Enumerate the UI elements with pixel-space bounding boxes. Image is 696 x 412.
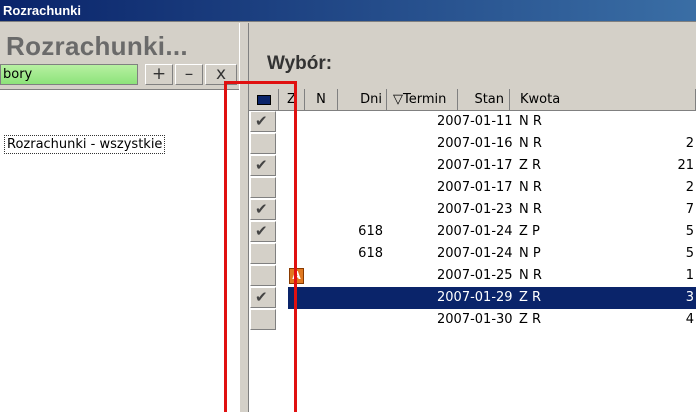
cell-stan: N R (519, 136, 542, 151)
row-checkbox[interactable]: ✔ (250, 287, 276, 308)
row-checkbox[interactable] (250, 309, 276, 330)
cell-stan: N R (519, 114, 542, 129)
cell-kwota: 3 (685, 290, 694, 305)
column-header-termin[interactable]: ▽Termin (387, 89, 458, 111)
checkmark-icon: ✔ (255, 200, 268, 218)
cell-dni (338, 199, 383, 221)
table-row[interactable]: ✔ 2007-01-11 N R (249, 111, 696, 133)
cell-dni (338, 287, 383, 309)
cell-stan: N R (519, 268, 542, 283)
table-row[interactable]: 2007-01-17 N R 2 (249, 177, 696, 199)
row-checkbox[interactable]: ✔ (250, 155, 276, 176)
cell-kwota: 4 (685, 312, 694, 327)
row-checkbox[interactable]: ✔ (250, 199, 276, 220)
table-row[interactable]: 2007-01-30 Z R 4 (249, 309, 696, 331)
row-checkbox[interactable] (250, 265, 276, 286)
column-header-kwota[interactable]: Kwota (510, 89, 696, 111)
cell-termin: 2007-01-17 (437, 158, 513, 173)
cell-stan: Z R (519, 158, 542, 173)
table-row[interactable]: 618 2007-01-24 N P 5 (249, 243, 696, 265)
cell-kwota: 5 (685, 246, 694, 261)
left-panel-title: Rozrachunki... (6, 31, 188, 61)
cell-dni: 618 (358, 246, 383, 261)
row-checkbox[interactable]: ✔ (250, 221, 276, 242)
panel-splitter[interactable] (239, 23, 249, 412)
checkmark-icon: ✔ (255, 222, 268, 240)
cell-stan: Z R (519, 312, 542, 327)
cell-dni (338, 177, 383, 199)
cell-dni (338, 111, 383, 133)
cell-termin: 2007-01-17 (437, 180, 513, 195)
cell-termin: 2007-01-29 (437, 290, 513, 305)
add-filter-button[interactable]: + (145, 64, 173, 85)
cell-termin: 2007-01-24 (437, 246, 513, 261)
cell-stan: N P (519, 246, 541, 261)
table-row[interactable]: AA2007-01-25N R1 (249, 265, 696, 287)
cell-kwota: 2 (685, 136, 694, 151)
cell-kwota (549, 111, 694, 133)
cell-termin: 2007-01-25 (437, 268, 513, 283)
select-all-icon (257, 95, 271, 105)
row-checkbox[interactable] (250, 177, 276, 198)
cell-kwota: 2 (685, 180, 694, 195)
cell-kwota: 1 (685, 268, 694, 283)
table-row[interactable]: ✔ 618 2007-01-24 Z P 5 (249, 221, 696, 243)
table-row[interactable]: ✔ 2007-01-29 Z R 3 (249, 287, 696, 309)
close-filter-button[interactable]: x (205, 64, 237, 85)
table-row[interactable]: ✔ 2007-01-17 Z R 21 (249, 155, 696, 177)
row-checkbox[interactable] (250, 133, 276, 154)
cell-kwota: 21 (677, 158, 694, 173)
cell-dni (338, 133, 383, 155)
cell-dni (338, 155, 383, 177)
left-panel: Rozrachunki... bory + – x Rozrachunki - … (0, 23, 239, 412)
cell-stan: Z R (519, 290, 542, 305)
column-header-dni[interactable]: Dni (338, 89, 387, 111)
cell-kwota: 5 (685, 224, 694, 239)
right-panel-title: Wybór: (267, 53, 333, 74)
cell-dni (338, 265, 383, 287)
filter-select[interactable]: bory (0, 64, 138, 85)
attention-a-icon: A (289, 268, 304, 284)
table-row[interactable]: ✔ 2007-01-23 N R 7 (249, 199, 696, 221)
checkmark-icon: ✔ (255, 112, 268, 130)
checkmark-icon: ✔ (255, 288, 268, 306)
cell-termin: 2007-01-11 (437, 114, 513, 129)
left-panel-header: Rozrachunki... bory + – x (0, 23, 239, 90)
cell-termin: 2007-01-16 (437, 136, 513, 151)
column-header-z[interactable]: Z (279, 89, 305, 111)
cell-stan: N R (519, 180, 542, 195)
filter-list-item[interactable]: Rozrachunki - wszystkie (4, 135, 166, 154)
right-panel: Wybór: Z N Dni ▽Termin Stan Kwota ✔ 2007-… (249, 23, 696, 412)
row-checkbox[interactable]: ✔ (250, 111, 276, 132)
column-header-stan[interactable]: Stan (458, 89, 510, 111)
window-title: Rozrachunki (3, 3, 82, 18)
remove-filter-button[interactable]: – (175, 64, 203, 85)
right-panel-header: Wybór: (249, 23, 696, 89)
cell-dni: 618 (358, 224, 383, 239)
column-header-n[interactable]: N (305, 89, 338, 111)
cell-termin: 2007-01-24 (437, 224, 513, 239)
table-row[interactable]: 2007-01-16 N R 2 (249, 133, 696, 155)
row-checkbox[interactable] (250, 243, 276, 264)
window-title-bar: Rozrachunki (0, 0, 696, 22)
cell-dni (338, 309, 383, 331)
cell-termin: 2007-01-23 (437, 202, 513, 217)
filter-toolbar: bory + – x (0, 63, 239, 86)
cell-stan: N R (519, 202, 542, 217)
cell-kwota: 7 (685, 202, 694, 217)
cell-stan: Z P (519, 224, 540, 239)
checkmark-icon: ✔ (255, 156, 268, 174)
column-header-select[interactable] (249, 89, 279, 111)
cell-termin: 2007-01-30 (437, 312, 513, 327)
